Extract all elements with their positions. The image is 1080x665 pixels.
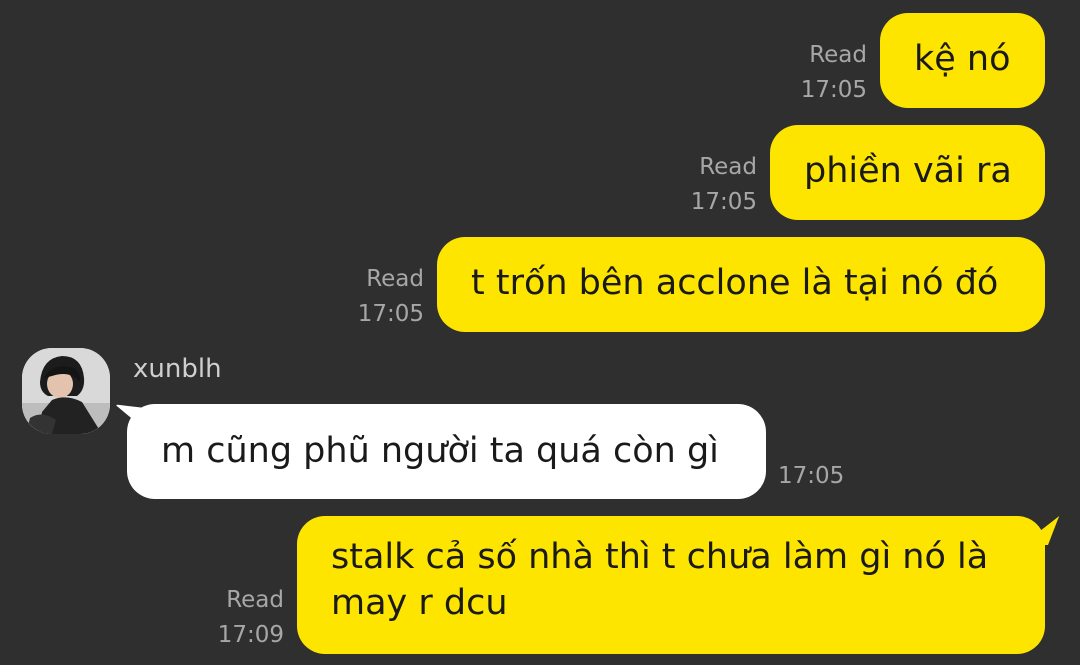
message-meta: Read 17:05 xyxy=(790,38,867,108)
message-time: 17:09 xyxy=(217,622,284,648)
message-time: 17:05 xyxy=(778,463,845,489)
message-bubble[interactable]: phiền vãi ra xyxy=(770,125,1045,220)
message-time: 17:05 xyxy=(800,77,867,103)
read-status: Read xyxy=(226,587,284,613)
avatar-photo-icon xyxy=(22,348,110,434)
message-time: 17:05 xyxy=(357,301,424,327)
read-status: Read xyxy=(809,42,867,68)
message-meta: Read 17:09 xyxy=(207,583,284,653)
message-meta: Read 17:05 xyxy=(347,262,424,332)
message-bubble[interactable]: stalk cả số nhà thì t chưa làm gì nó là … xyxy=(297,516,1045,654)
message-text: t trốn bên acclone là tại nó đó xyxy=(471,263,999,303)
sender-name[interactable]: xunblh xyxy=(133,352,222,386)
message-bubble[interactable]: m cũng phũ người ta quá còn gì xyxy=(127,404,766,499)
avatar[interactable] xyxy=(22,348,110,434)
message-bubble[interactable]: kệ nó xyxy=(880,13,1045,108)
message-meta: Read 17:05 xyxy=(680,150,757,220)
message-text: kệ nó xyxy=(914,39,1011,79)
read-status: Read xyxy=(699,154,757,180)
read-status: Read xyxy=(366,266,424,292)
message-text-line-2: may r dcu xyxy=(331,583,508,623)
message-bubble[interactable]: t trốn bên acclone là tại nó đó xyxy=(437,237,1045,332)
message-text-line-1: stalk cả số nhà thì t chưa làm gì nó là xyxy=(331,537,989,577)
message-text: m cũng phũ người ta quá còn gì xyxy=(161,431,719,471)
message-text: phiền vãi ra xyxy=(804,151,1012,191)
bubble-tail-icon xyxy=(1022,516,1059,545)
message-time: 17:05 xyxy=(690,189,757,215)
